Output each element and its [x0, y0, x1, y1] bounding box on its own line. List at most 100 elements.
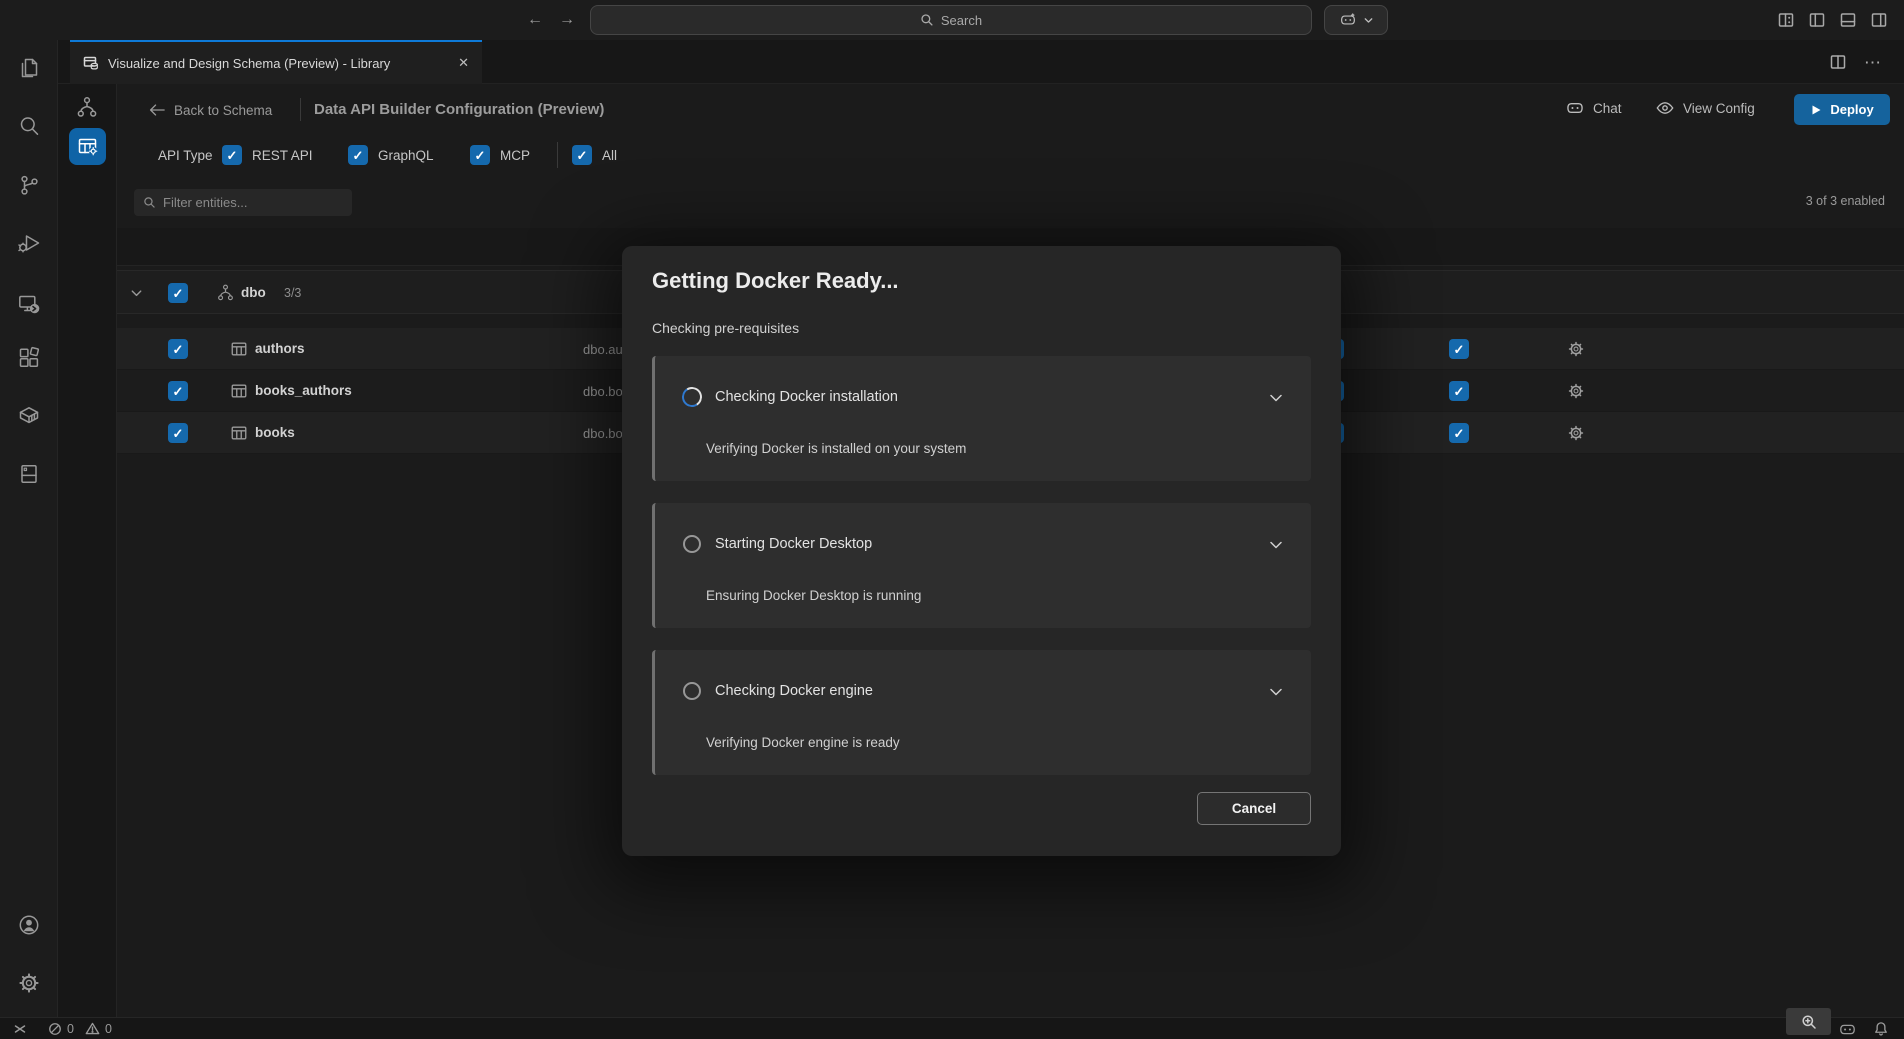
api-type-divider [557, 142, 558, 168]
chevron-down-icon[interactable] [1267, 389, 1285, 407]
accounts-button[interactable] [17, 913, 41, 937]
step-title: Checking Docker installation [715, 389, 898, 405]
all-checkbox[interactable] [572, 145, 592, 165]
search-icon [17, 114, 41, 138]
chevron-down-icon[interactable] [129, 286, 144, 301]
rest-api-label: REST API [252, 148, 313, 163]
step-title: Starting Docker Desktop [715, 536, 872, 552]
extensions-button[interactable] [17, 346, 41, 370]
copilot-icon [1838, 1020, 1857, 1039]
group-name: dbo [241, 285, 266, 300]
row-settings-gear-icon[interactable] [1567, 424, 1585, 442]
delete-checkbox[interactable] [1449, 339, 1469, 359]
containers-button[interactable] [17, 403, 41, 427]
chevron-down-icon [1363, 15, 1374, 26]
tab-title: Visualize and Design Schema (Preview) - … [108, 56, 449, 71]
copilot-icon [1565, 98, 1585, 118]
view-config-label: View Config [1683, 101, 1755, 116]
chat-button[interactable]: Chat [1565, 98, 1622, 118]
tab-close-icon[interactable]: ✕ [458, 55, 469, 71]
split-editor-icon[interactable] [1829, 53, 1847, 71]
delete-checkbox[interactable] [1449, 423, 1469, 443]
docker-step-installation: Checking Docker installation Verifying D… [652, 356, 1311, 481]
step-title: Checking Docker engine [715, 683, 873, 699]
pending-circle-icon [683, 535, 701, 553]
debug-icon [17, 231, 41, 255]
cancel-button[interactable]: Cancel [1197, 792, 1311, 825]
mcp-checkbox[interactable] [470, 145, 490, 165]
schema-view-button[interactable] [75, 95, 99, 119]
table-icon [230, 340, 248, 358]
vscode-window: ← → Search [0, 0, 1904, 1039]
entity-name: books_authors [255, 383, 352, 398]
editor-tab-bar: Visualize and Design Schema (Preview) - … [58, 40, 1904, 84]
row-checkbox[interactable] [168, 339, 188, 359]
delete-checkbox[interactable] [1449, 381, 1469, 401]
explorer-button[interactable] [17, 56, 41, 80]
view-config-button[interactable]: View Config [1655, 98, 1755, 118]
getting-docker-ready-dialog: Getting Docker Ready... Checking pre-req… [622, 246, 1341, 856]
group-checkbox[interactable] [168, 283, 188, 303]
entity-name: authors [255, 341, 305, 356]
chevron-down-icon[interactable] [1267, 536, 1285, 554]
mcp-label: MCP [500, 148, 530, 163]
editor-zoom-button[interactable] [1786, 1008, 1831, 1035]
dialog-title: Getting Docker Ready... [652, 268, 899, 294]
table-icon [230, 382, 248, 400]
row-checkbox[interactable] [168, 381, 188, 401]
table-icon [230, 424, 248, 442]
eye-icon [1655, 98, 1675, 118]
graphql-label: GraphQL [378, 148, 434, 163]
toggle-secondary-sidebar-icon[interactable] [1870, 11, 1888, 29]
row-settings-gear-icon[interactable] [1567, 382, 1585, 400]
history-back-button[interactable]: ← [524, 9, 546, 31]
warnings-icon [85, 1021, 100, 1036]
search-button[interactable] [17, 114, 41, 138]
dab-config-view-button[interactable] [69, 128, 106, 165]
api-type-label: API Type [158, 148, 213, 163]
copilot-chat-button[interactable] [1324, 5, 1388, 35]
command-center-search[interactable]: Search [590, 5, 1312, 35]
row-checkbox[interactable] [168, 423, 188, 443]
graphql-checkbox[interactable] [348, 145, 368, 165]
entity-name: books [255, 425, 295, 440]
tab-visualize-design-schema[interactable]: Visualize and Design Schema (Preview) - … [70, 40, 482, 84]
toggle-primary-sidebar-icon[interactable] [1808, 11, 1826, 29]
remote-monitor-icon [17, 292, 41, 316]
source-control-button[interactable] [17, 173, 41, 197]
history-forward-button[interactable]: → [556, 9, 578, 31]
container-cube-icon [17, 403, 41, 427]
settings-button[interactable] [17, 971, 41, 995]
deploy-button[interactable]: Deploy [1794, 94, 1890, 125]
table-gear-icon [77, 136, 98, 157]
row-settings-gear-icon[interactable] [1567, 340, 1585, 358]
back-arrow-icon[interactable] [147, 101, 165, 119]
schema-designer-tab-icon [83, 55, 99, 71]
back-to-schema-link[interactable]: Back to Schema [174, 103, 272, 118]
status-bar: 0 0 [0, 1017, 1904, 1039]
error-count: 0 [67, 1022, 74, 1036]
toggle-panel-icon[interactable] [1839, 11, 1857, 29]
files-icon [17, 56, 41, 80]
header-divider [300, 98, 301, 121]
problems-indicator[interactable]: 0 0 [48, 1021, 112, 1036]
customize-layout-icon[interactable] [1777, 11, 1795, 29]
warning-count: 0 [105, 1022, 112, 1036]
database-projects-button[interactable] [17, 462, 41, 486]
group-count: 3/3 [284, 286, 301, 300]
docker-step-desktop: Starting Docker Desktop Ensuring Docker … [652, 503, 1311, 628]
chevron-down-icon[interactable] [1267, 683, 1285, 701]
more-actions-icon[interactable]: ⋯ [1864, 54, 1882, 71]
zoom-in-icon [1801, 1014, 1817, 1030]
copilot-icon [1339, 11, 1357, 29]
entity-filter-input[interactable] [163, 195, 343, 210]
rest-api-checkbox[interactable] [222, 145, 242, 165]
copilot-status-button[interactable] [1838, 1020, 1857, 1039]
remote-indicator[interactable] [12, 1021, 28, 1037]
remote-explorer-button[interactable] [17, 292, 41, 316]
notifications-button[interactable] [1872, 1020, 1890, 1038]
errors-icon [48, 1022, 62, 1036]
cancel-label: Cancel [1232, 801, 1276, 816]
run-debug-button[interactable] [17, 231, 41, 255]
search-label: Search [941, 13, 982, 28]
